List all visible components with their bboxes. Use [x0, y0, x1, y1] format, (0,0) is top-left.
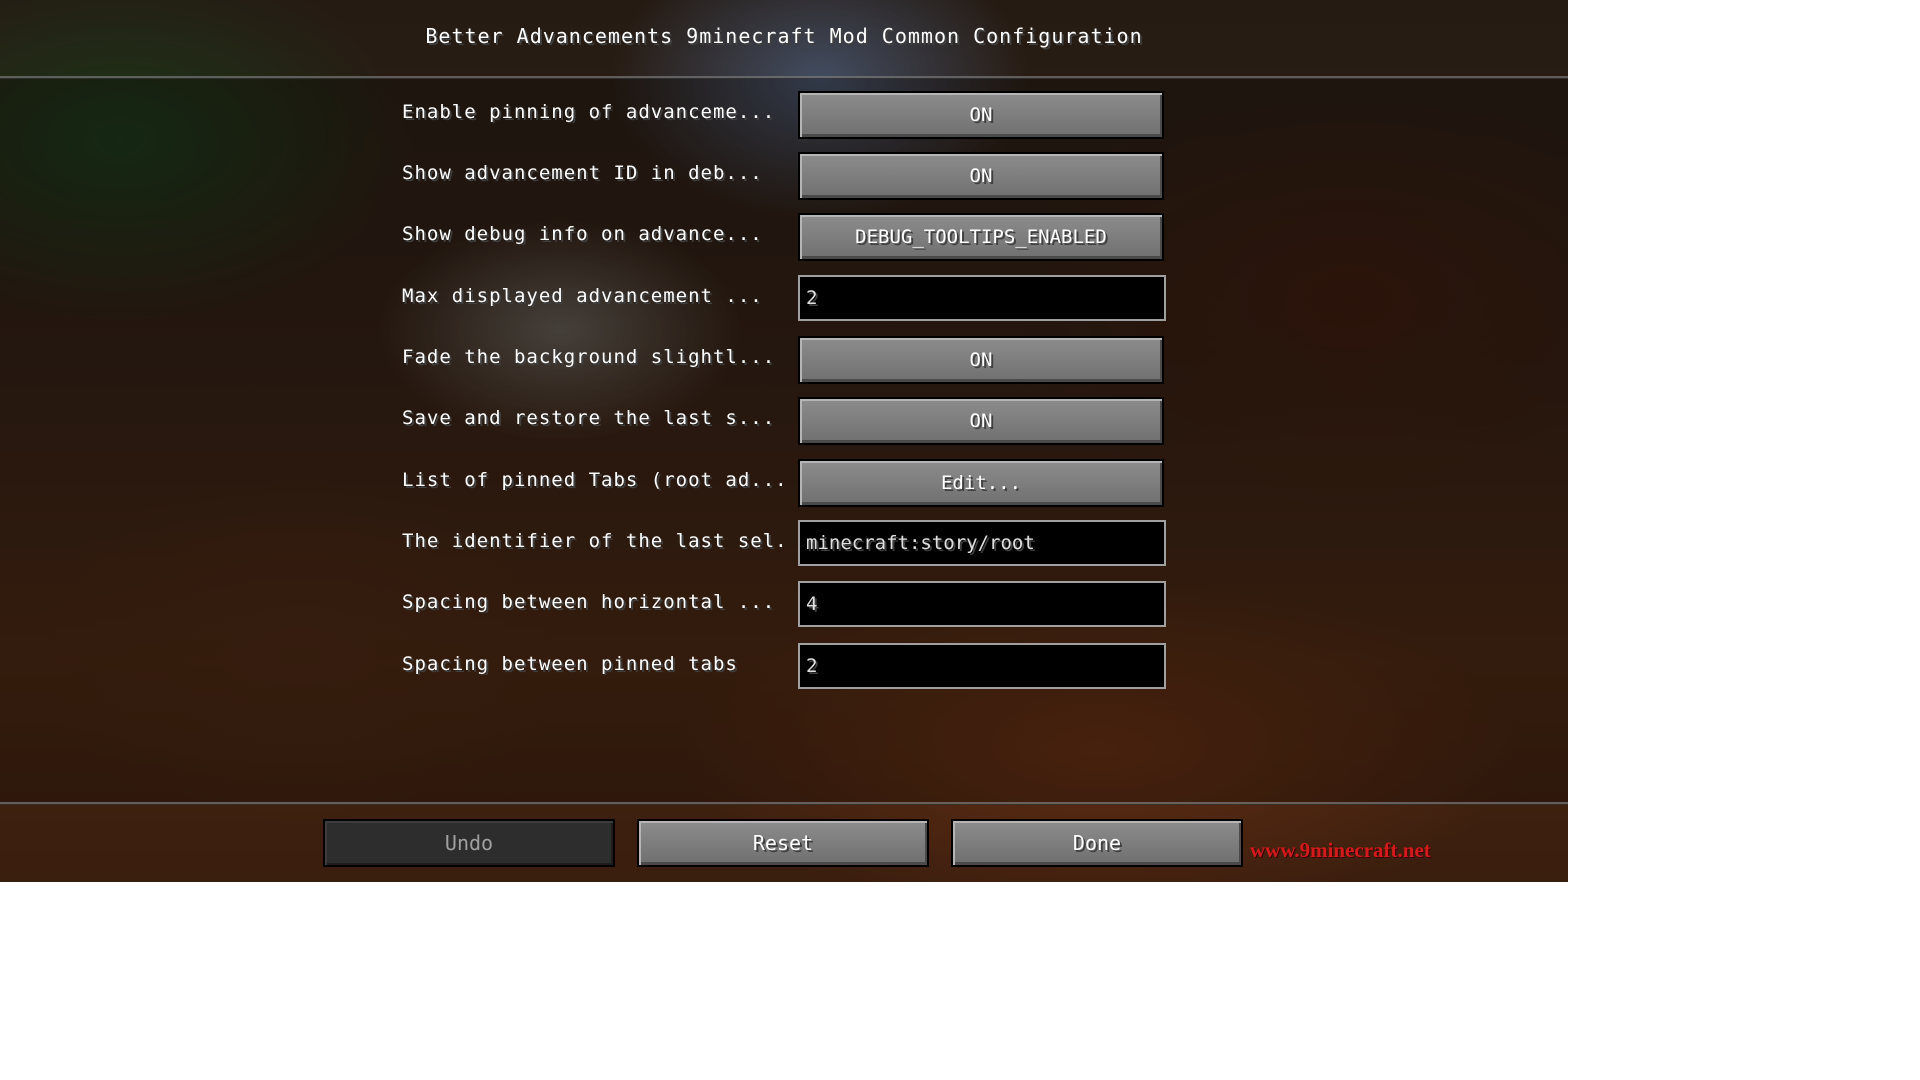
option-label: Show advancement ID in deb... — [402, 162, 763, 184]
option-cycle-button[interactable]: DEBUG_TOOLTIPS_ENABLED — [798, 213, 1164, 261]
option-toggle-button[interactable]: ON — [798, 91, 1164, 139]
screen-title: Better Advancements 9minecraft Mod Commo… — [425, 24, 1143, 48]
option-label: Enable pinning of advanceme... — [402, 101, 776, 123]
option-row-pinned-tabs-list: List of pinned Tabs (root ad... Edit... — [402, 459, 1164, 509]
option-text-field[interactable]: minecraft:story/root — [798, 520, 1166, 566]
done-button[interactable]: Done — [951, 819, 1243, 867]
option-row-show-debug-info: Show debug info on advance... DEBUG_TOOL… — [402, 213, 1164, 263]
option-text-field[interactable]: 4 — [798, 581, 1166, 627]
option-toggle-button[interactable]: ON — [798, 336, 1164, 384]
option-toggle-button[interactable]: ON — [798, 152, 1164, 200]
option-label: List of pinned Tabs (root ad... — [402, 469, 782, 491]
watermark: www.9minecraft.net — [1250, 838, 1431, 862]
option-label: Fade the background slightl... — [402, 346, 776, 368]
option-label: Spacing between pinned tabs — [402, 653, 738, 675]
footer-separator — [0, 802, 1568, 805]
reset-button[interactable]: Reset — [637, 819, 929, 867]
option-label: Show debug info on advance... — [402, 223, 763, 245]
option-toggle-button[interactable]: ON — [798, 397, 1164, 445]
option-row-save-restore: Save and restore the last s... ON — [402, 397, 1164, 447]
config-screen: Better Advancements 9minecraft Mod Commo… — [0, 0, 1568, 882]
option-label: Save and restore the last s... — [402, 407, 776, 429]
option-label: Max displayed advancement ... — [402, 285, 763, 307]
header-separator — [0, 76, 1568, 79]
option-label: Spacing between horizontal ... — [402, 591, 776, 613]
undo-button[interactable]: Undo — [323, 819, 615, 867]
option-row-show-advancement-id: Show advancement ID in deb... ON — [402, 152, 1164, 202]
option-row-enable-pinning: Enable pinning of advanceme... ON — [402, 91, 1164, 141]
option-row-fade-background: Fade the background slightl... ON — [402, 336, 1164, 386]
option-edit-button[interactable]: Edit... — [798, 459, 1164, 507]
option-row-pinned-tab-spacing: Spacing between pinned tabs 2 — [402, 643, 1166, 693]
option-label: The identifier of the last sel... — [402, 530, 782, 552]
option-text-field[interactable]: 2 — [798, 275, 1166, 321]
option-row-horizontal-spacing: Spacing between horizontal ... 4 — [402, 581, 1166, 631]
option-row-last-selected-identifier: The identifier of the last sel... minecr… — [402, 520, 1166, 570]
option-text-field[interactable]: 2 — [798, 643, 1166, 689]
option-row-max-displayed: Max displayed advancement ... 2 — [402, 275, 1166, 325]
